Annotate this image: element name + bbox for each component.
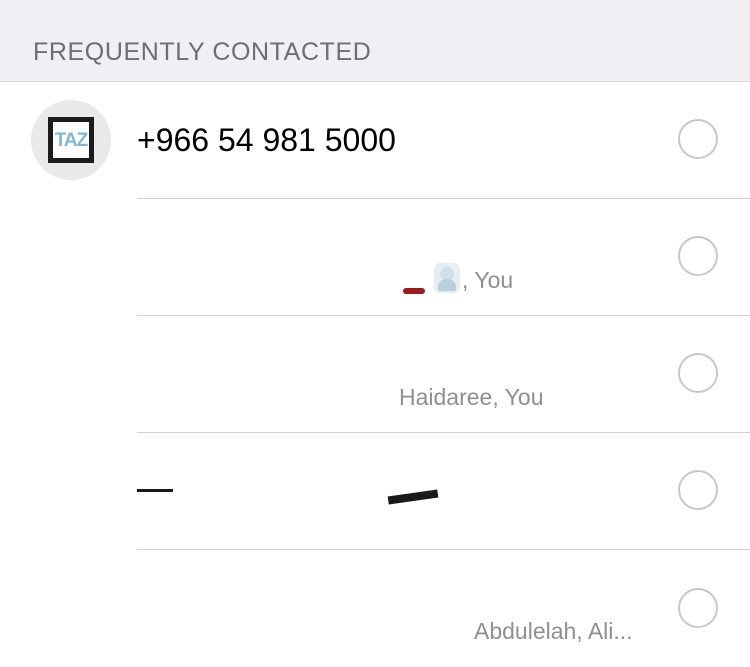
radio-circle-icon[interactable] xyxy=(678,470,718,510)
redacted-mark xyxy=(137,489,173,492)
redacted-mark xyxy=(387,489,439,505)
person-emoji-icon xyxy=(434,263,460,293)
radio-circle-icon[interactable] xyxy=(678,588,718,628)
contact-name: +966 54 981 5000 xyxy=(137,122,396,158)
avatar: TAZ xyxy=(31,100,111,180)
avatar-logo-text: TAZ xyxy=(54,130,89,151)
group-members-subtitle: Abdulelah, Ali... xyxy=(474,618,633,644)
avatar-logo-frame: TAZ xyxy=(48,117,94,163)
contact-row[interactable]: TAZ +966 54 981 5000 xyxy=(0,82,750,199)
radio-circle-icon[interactable] xyxy=(678,119,718,159)
radio-circle-icon[interactable] xyxy=(678,353,718,393)
contact-row[interactable]: Abdulelah, Ali... xyxy=(0,550,750,667)
contact-row[interactable] xyxy=(0,433,750,550)
section-title: FREQUENTLY CONTACTED xyxy=(33,38,372,66)
redacted-mark xyxy=(403,288,425,294)
group-members-subtitle: , You xyxy=(462,267,514,293)
group-members-subtitle: Haidaree, You xyxy=(399,384,544,410)
contact-row[interactable]: Haidaree, You xyxy=(0,316,750,433)
radio-circle-icon[interactable] xyxy=(678,236,718,276)
section-header: FREQUENTLY CONTACTED xyxy=(0,0,750,82)
contact-row[interactable]: , You xyxy=(0,199,750,316)
